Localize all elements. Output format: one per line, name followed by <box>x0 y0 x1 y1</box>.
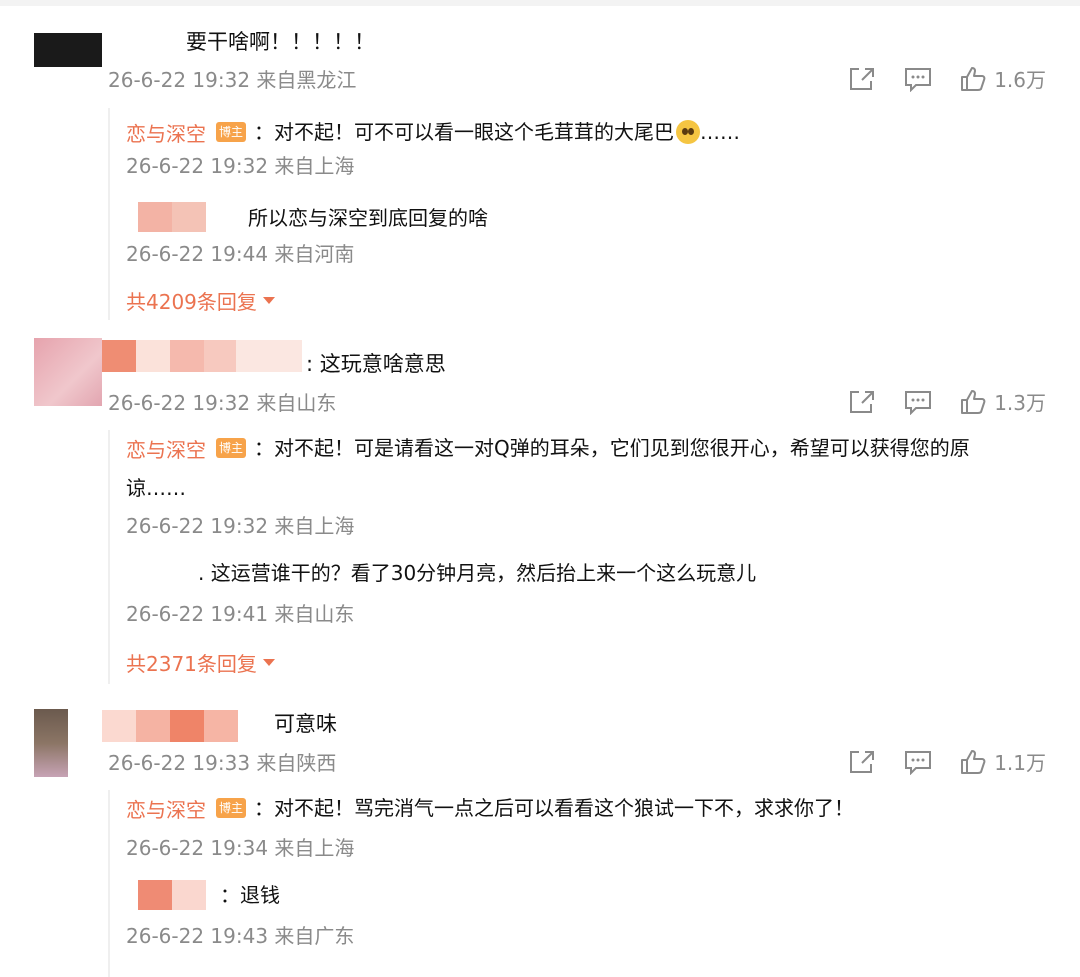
share-button[interactable] <box>848 389 876 415</box>
avatar[interactable] <box>34 709 68 777</box>
caret-down-icon <box>262 297 275 304</box>
reply-meta: 26-6-22 19:32 来自上海 <box>126 154 355 178</box>
comment-icon <box>905 67 932 92</box>
comment-text: 可意味 <box>274 712 337 736</box>
comment-actions: 1.6万 <box>820 64 1046 93</box>
reply-meta: 26-6-22 19:43 来自广东 <box>126 924 355 948</box>
comment-icon <box>905 390 932 415</box>
reply-item: 恋与深空 博主 ：对不起！可是请看这一对Q弹的耳朵，它们见到您很开心，希望可以获… <box>126 430 970 466</box>
share-icon <box>850 390 875 413</box>
username-blur[interactable] <box>138 880 206 910</box>
comment-button[interactable] <box>904 749 932 775</box>
thumbs-up-icon <box>961 66 986 91</box>
caret-down-icon <box>262 659 275 666</box>
comment-icon <box>905 750 932 775</box>
more-replies-label: 共2371条回复 <box>126 652 257 676</box>
more-replies-link[interactable]: 共2371条回复 <box>126 648 275 677</box>
reply-thread: 恋与深空 博主 ：对不起！可是请看这一对Q弹的耳朵，它们见到您很开心，希望可以获… <box>108 430 1070 684</box>
share-button[interactable] <box>848 66 876 92</box>
username-blur[interactable] <box>102 340 302 372</box>
share-button[interactable] <box>848 749 876 775</box>
blogger-badge: 博主 <box>216 438 247 458</box>
comment-actions: 1.3万 <box>820 387 1046 416</box>
reply-item: 恋与深空 博主 ：对不起！骂完消气一点之后可以看看这个狼试一下不，求求你了！ <box>126 790 854 826</box>
thumbs-up-icon <box>961 389 986 414</box>
reply-text: . 这运营谁干的？看了30分钟月亮，然后抬上来一个这么玩意儿 <box>198 561 757 585</box>
share-icon <box>850 67 875 90</box>
comment-meta: 26-6-22 19:32 来自黑龙江 <box>108 68 357 92</box>
more-replies-link[interactable]: 共4209条回复 <box>126 286 275 315</box>
like-button[interactable]: 1.3万 <box>960 387 1046 416</box>
blogger-badge: 博主 <box>216 122 247 142</box>
like-count: 1.3万 <box>994 391 1046 415</box>
reply-meta: 26-6-22 19:44 来自河南 <box>126 242 355 266</box>
username-blur[interactable] <box>102 710 238 742</box>
comment-button[interactable] <box>904 389 932 415</box>
reply-item: 恋与深空 博主 ：对不起！可不可以看一眼这个毛茸茸的大尾巴 …… <box>126 114 740 150</box>
blogger-name[interactable]: 恋与深空 <box>126 434 206 463</box>
reply-meta: 26-6-22 19:41 来自山东 <box>126 602 355 626</box>
comment-button[interactable] <box>904 66 932 92</box>
reply-thread: 恋与深空 博主 ：对不起！骂完消气一点之后可以看看这个狼试一下不，求求你了！ 2… <box>108 790 1070 977</box>
reply-thread: 恋与深空 博主 ：对不起！可不可以看一眼这个毛茸茸的大尾巴 …… 26-6-22… <box>108 108 1070 320</box>
reply-text: ：对不起！可是请看这一对Q弹的耳朵，它们见到您很开心，希望可以获得您的原 <box>254 436 970 460</box>
reply-text-continued: 谅…… <box>126 476 186 500</box>
comment-text: 要干啥啊！！！！！ <box>186 30 375 54</box>
avatar[interactable] <box>34 338 102 406</box>
like-count: 1.6万 <box>994 68 1046 92</box>
comment-meta: 26-6-22 19:33 来自陕西 <box>108 751 337 775</box>
comment-text: : 这玩意啥意思 <box>306 352 446 376</box>
thumbs-up-icon <box>961 749 986 774</box>
comment-meta: 26-6-22 19:32 来自山东 <box>108 391 337 415</box>
top-divider <box>0 0 1080 6</box>
share-icon <box>850 750 875 773</box>
username-blur[interactable] <box>138 202 206 232</box>
reply-text: ：对不起！可不可以看一眼这个毛茸茸的大尾巴 <box>254 120 675 144</box>
reply-text-suffix: …… <box>700 120 741 144</box>
avatar[interactable] <box>34 33 102 67</box>
reply-meta: 26-6-22 19:34 来自上海 <box>126 836 355 860</box>
like-button[interactable]: 1.1万 <box>960 747 1046 776</box>
pleading-face-emoji <box>676 120 701 144</box>
reply-text: ：退钱 <box>220 883 280 907</box>
like-button[interactable]: 1.6万 <box>960 64 1046 93</box>
reply-meta: 26-6-22 19:32 来自上海 <box>126 514 355 538</box>
reply-text: 所以恋与深空到底回复的啥 <box>248 206 488 230</box>
blogger-name[interactable]: 恋与深空 <box>126 118 206 147</box>
blogger-badge: 博主 <box>216 798 247 818</box>
comment-actions: 1.1万 <box>820 747 1046 776</box>
like-count: 1.1万 <box>994 751 1046 775</box>
more-replies-label: 共4209条回复 <box>126 290 257 314</box>
reply-text: ：对不起！骂完消气一点之后可以看看这个狼试一下不，求求你了！ <box>254 796 855 820</box>
blogger-name[interactable]: 恋与深空 <box>126 794 206 823</box>
